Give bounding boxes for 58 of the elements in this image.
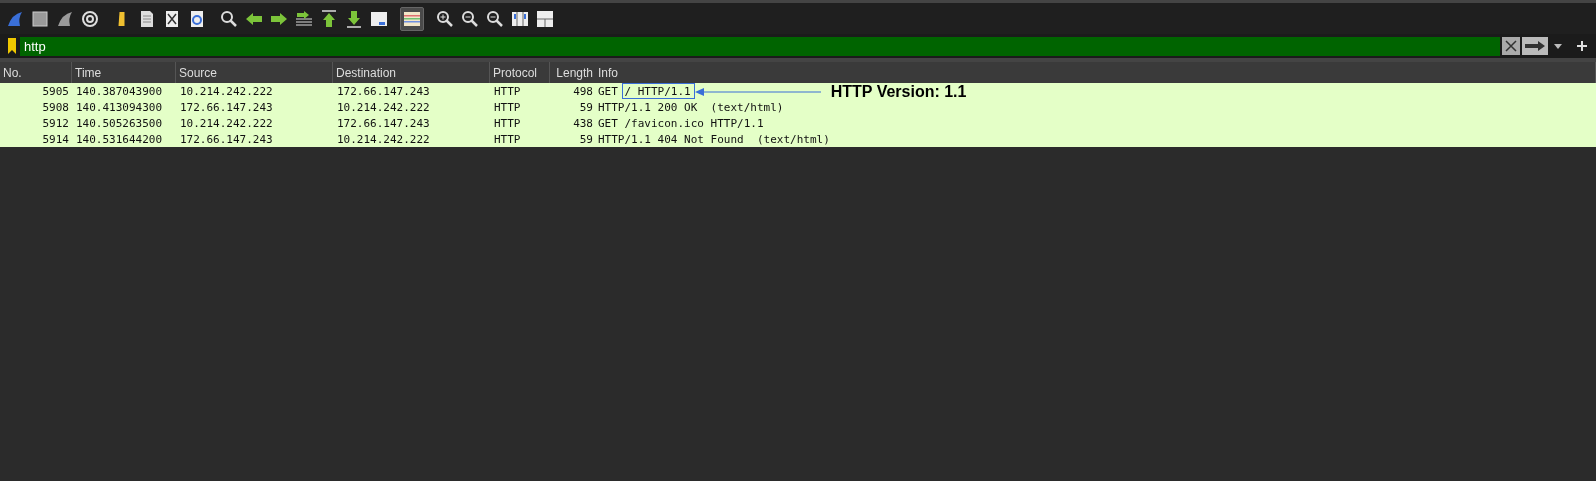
fin-icon — [6, 9, 24, 28]
zoom-reset-icon — [486, 9, 504, 28]
table-cell: 140.387043900 — [76, 84, 163, 98]
table-cell: 172.66.147.243 — [180, 132, 273, 146]
plus-icon — [1577, 41, 1587, 51]
fin-icon — [56, 9, 74, 28]
table-row[interactable]: 5914 140.531644200 172.66.147.243 10.214.242.222 HTTP 59 HTTP/1.1 404 Not Found (text/html) — [0, 131, 1596, 147]
jump-icon — [295, 9, 313, 28]
table-cell: 5905 — [42, 84, 69, 98]
apply-filter-button[interactable] — [1522, 37, 1548, 55]
table-cell: 5914 — [42, 132, 69, 146]
table-cell: 5908 — [42, 100, 69, 114]
display-filter-field[interactable]: http — [20, 36, 1500, 56]
table-cell: HTTP/1.1 200 OK (text/html) — [598, 100, 784, 114]
table-cell: 140.413094300 — [76, 100, 163, 114]
autoscroll-icon — [370, 9, 388, 28]
table-cell: 10.214.242.222 — [180, 84, 273, 98]
table-row[interactable]: 5905 140.387043900 10.214.242.222 172.66.147.243 HTTP 498 GET / HTTP/1.1 HTTP Version: 1.1 — [0, 83, 1596, 99]
table-cell: 438 — [573, 116, 593, 130]
table-row[interactable]: 5912 140.505263500 10.214.242.222 172.66.147.243 HTTP 438 GET /favicon.ico HTTP/1.1 — [0, 115, 1596, 131]
search-icon — [220, 9, 238, 28]
table-cell: HTTP — [494, 116, 521, 130]
table-cell: HTTP/1.1 404 Not Found (text/html) — [598, 132, 830, 146]
table-cell: 10.214.242.222 — [337, 100, 430, 114]
table-cell: 498 — [573, 84, 593, 98]
bookmark-icon[interactable] — [7, 38, 17, 54]
table-row[interactable]: 5908 140.413094300 172.66.147.243 10.214.242.222 HTTP 59 HTTP/1.1 200 OK (text/html) — [0, 99, 1596, 115]
gear-icon — [81, 9, 99, 28]
table-cell: 172.66.147.243 — [180, 100, 273, 114]
table-cell: 59 — [579, 100, 593, 114]
table-cell: 140.531644200 — [76, 132, 163, 146]
arrow-up-icon — [320, 9, 338, 28]
zoom-out-icon — [461, 9, 479, 28]
stop-icon — [31, 9, 49, 28]
colorize-button[interactable] — [400, 6, 424, 31]
document-icon — [138, 9, 156, 28]
table-cell: GET /favicon.ico HTTP/1.1 — [598, 116, 764, 130]
caret-icon — [1554, 43, 1562, 49]
table-cell: HTTP — [494, 84, 521, 98]
annotation-label: HTTP Version: 1.1 — [830, 83, 967, 101]
reload-icon — [188, 9, 206, 28]
zoom-in-icon — [436, 9, 454, 28]
table-cell: 5912 — [42, 116, 69, 130]
table-cell: 59 — [579, 132, 593, 146]
layout-icon — [536, 9, 554, 28]
columns-icon — [511, 9, 529, 28]
column-header[interactable]: Length — [550, 62, 595, 83]
close-file-icon — [163, 9, 181, 28]
table-cell: 10.214.242.222 — [337, 132, 430, 146]
arrow-down-icon — [345, 9, 363, 28]
table-cell: 140.505263500 — [76, 116, 163, 130]
table-cell: 172.66.147.243 — [337, 116, 430, 130]
clear-filter-button[interactable] — [1502, 37, 1520, 55]
table-cell: HTTP — [494, 100, 521, 114]
table-cell: 10.214.242.222 — [180, 116, 273, 130]
table-cell: HTTP — [494, 132, 521, 146]
table-cell: 172.66.147.243 — [337, 84, 430, 98]
table-cell: GET / HTTP/1.1 — [598, 84, 691, 98]
